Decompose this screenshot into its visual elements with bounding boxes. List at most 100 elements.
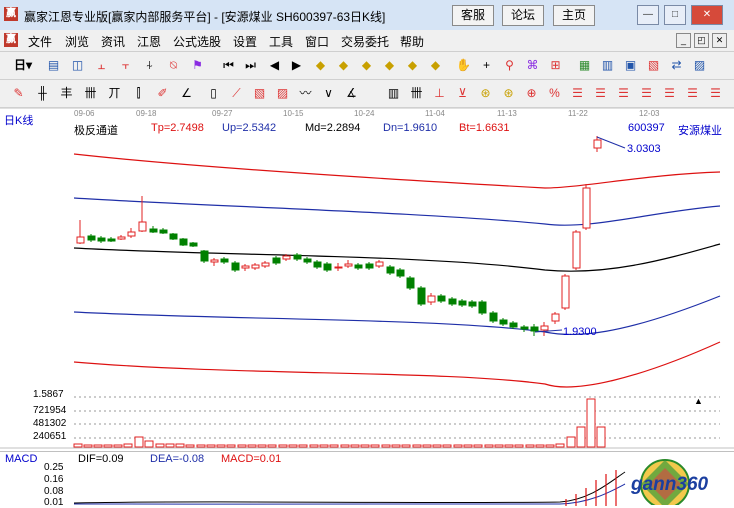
stack5-icon[interactable]: ☰ [684, 85, 701, 102]
gift-icon[interactable]: ⌘ [524, 57, 541, 74]
zoom-icon[interactable]: ⚲ [501, 57, 518, 74]
gann-icon[interactable]: 丌 [106, 85, 123, 102]
candle-body [540, 325, 549, 331]
channel-lower-line [73, 295, 721, 336]
pattern-icon[interactable]: ⍉ [165, 57, 182, 74]
split-icon[interactable]: ⊛ [500, 85, 517, 102]
menu-settings[interactable]: 设置 [233, 33, 257, 50]
volume-bar [453, 444, 463, 448]
next-icon[interactable]: ▶ [288, 57, 305, 74]
rect-icon[interactable]: ▯ [205, 85, 222, 102]
angle-icon[interactable]: ∠ [178, 85, 195, 102]
hand-icon[interactable]: ✋ [455, 57, 472, 74]
flag-icon[interactable]: ⚑ [189, 57, 206, 74]
candle-body [107, 238, 116, 242]
circle2-icon[interactable]: ⊥ [431, 85, 448, 102]
diamond-down-icon[interactable]: ◆ [335, 57, 352, 74]
stack1-icon[interactable]: ☰ [592, 85, 609, 102]
volume-bar [123, 443, 133, 448]
down-icon[interactable]: ⊛ [477, 85, 494, 102]
mdi-restore-icon[interactable]: ◰ [694, 33, 709, 48]
menu-browse[interactable]: 浏览 [65, 33, 89, 50]
last-icon[interactable]: ⏭ [242, 57, 259, 74]
candle-body [87, 235, 96, 241]
forum-link[interactable]: 论坛 [502, 5, 545, 26]
customer-service-link[interactable]: 客服 [452, 5, 495, 26]
first-icon[interactable]: ⏮ [220, 57, 237, 74]
transfer-icon[interactable]: ⇄ [668, 57, 685, 74]
diamond-up-icon[interactable]: ◆ [312, 57, 329, 74]
grid-icon[interactable]: ╫ [34, 85, 51, 102]
date-tick-label: 11-22 [568, 109, 588, 118]
diamond-left-icon[interactable]: ◆ [358, 57, 375, 74]
period-selector[interactable]: 日▾ [10, 57, 36, 74]
menu-file[interactable]: 文件 [28, 33, 52, 50]
line-icon[interactable]: ▧ [251, 85, 268, 102]
menu-window[interactable]: 窗口 [305, 33, 329, 50]
menu-formula[interactable]: 公式选股 [173, 33, 221, 50]
menu-info[interactable]: 资讯 [101, 33, 125, 50]
tri-icon[interactable]: 丰 [58, 85, 75, 102]
save-icon[interactable]: ▣ [622, 57, 639, 74]
mdi-close-icon[interactable]: ✕ [712, 33, 727, 48]
volume-bar [185, 444, 195, 448]
stack6-icon[interactable]: ☰ [707, 85, 724, 102]
stack3-icon[interactable]: ☰ [638, 85, 655, 102]
kline-chart[interactable]: 日K线 极反通道 Tp=2.7498 Up=2.5342 Md=2.2894 D… [0, 108, 734, 505]
bar-icon[interactable]: ⍭ [141, 57, 158, 74]
box-icon[interactable]: ✐ [154, 85, 171, 102]
table-icon[interactable]: ▦ [576, 57, 593, 74]
volume-bar [473, 444, 483, 448]
macd-panel[interactable]: MACD DIF=0.09 DEA=-0.08 MACD=0.01 0.25 0… [0, 451, 734, 508]
maximize-icon[interactable]: □ [664, 5, 686, 25]
window-icon[interactable]: ▨ [691, 57, 708, 74]
volume-bar [350, 444, 360, 448]
wave-split-icon[interactable]: ⊕ [523, 85, 540, 102]
menu-trade[interactable]: 交易委托 [341, 33, 389, 50]
book-icon[interactable]: ▤ [45, 57, 62, 74]
report-icon[interactable]: ▥ [599, 57, 616, 74]
stack4-icon[interactable]: ☰ [661, 85, 678, 102]
h-split-icon[interactable]: ☰ [569, 85, 586, 102]
candle-body [261, 262, 270, 267]
candle-body [572, 231, 581, 269]
kline-up-icon[interactable]: ⫠ [93, 57, 110, 74]
rise-icon[interactable]: ⊻ [454, 85, 471, 102]
menu-gann[interactable]: 江恩 [137, 33, 161, 50]
menu-help[interactable]: 帮助 [400, 33, 424, 50]
date-tick-label: 10-15 [283, 109, 304, 118]
crosshair-icon[interactable]: + [478, 57, 495, 74]
percent-icon[interactable]: % [546, 85, 563, 102]
wave-icon[interactable]: ⟋ [228, 85, 245, 102]
volume-bar [463, 444, 473, 448]
homepage-link[interactable]: 主页 [553, 5, 596, 26]
candle-body [468, 301, 477, 307]
diamond-all-icon[interactable]: ◆ [427, 57, 444, 74]
diamond-right-icon[interactable]: ◆ [381, 57, 398, 74]
close-icon[interactable]: ✕ [691, 5, 723, 25]
calendar-icon[interactable]: ⊞ [547, 57, 564, 74]
prev-icon[interactable]: ◀ [266, 57, 283, 74]
diamond-upleft-icon[interactable]: ◆ [404, 57, 421, 74]
volume-bar [206, 444, 216, 448]
candle-chart-icon[interactable]: ◫ [69, 57, 86, 74]
chart1-icon[interactable]: ∨ [320, 85, 337, 102]
v-line-icon[interactable]: ▨ [274, 85, 291, 102]
volume-bar [412, 444, 422, 448]
chart3-icon[interactable]: ▥ [385, 85, 402, 102]
volume-bar [555, 443, 565, 448]
candle-body [76, 236, 85, 244]
kline-down-icon[interactable]: ⫟ [117, 57, 134, 74]
menu-tools[interactable]: 工具 [269, 33, 293, 50]
stack2-icon[interactable]: ☰ [615, 85, 632, 102]
arc-icon[interactable]: ⫿ [130, 85, 147, 102]
h-line-icon[interactable]: 〰 [297, 85, 314, 102]
copy-icon[interactable]: ▧ [645, 57, 662, 74]
chart2-icon[interactable]: ∡ [343, 85, 360, 102]
fan-icon[interactable]: 卌 [82, 85, 99, 102]
minimize-icon[interactable]: — [637, 5, 659, 25]
mdi-minimize-icon[interactable]: _ [676, 33, 691, 48]
draw-pen-icon[interactable]: ✎ [10, 85, 27, 102]
circle1-icon[interactable]: 卌 [408, 85, 425, 102]
candle-body [282, 255, 291, 260]
